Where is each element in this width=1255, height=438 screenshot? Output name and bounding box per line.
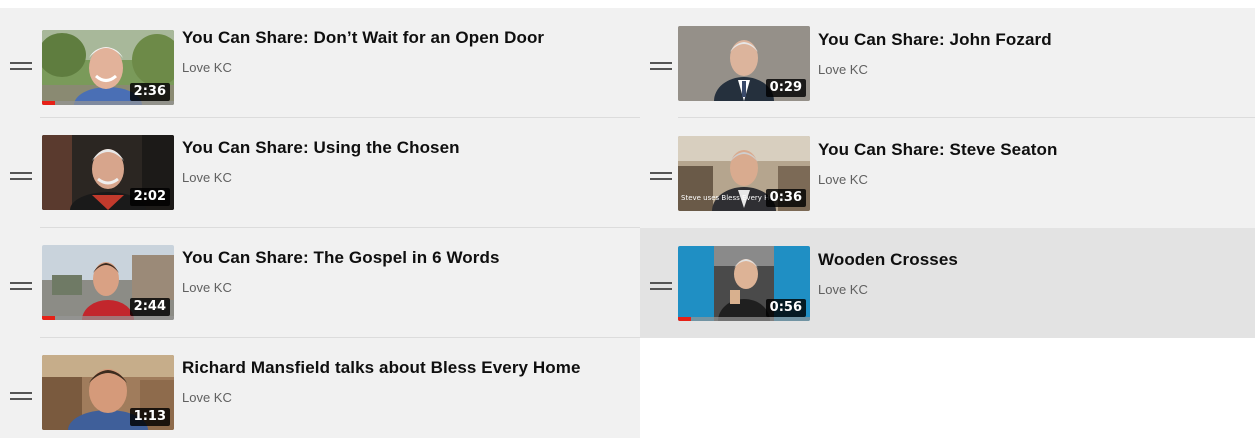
video-duration: 0:36	[765, 189, 806, 207]
channel-name[interactable]: Love KC	[818, 172, 868, 187]
video-title[interactable]: You Can Share: Steve Seaton	[818, 140, 1058, 160]
playlist-item[interactable]: Steve uses Bless Every Home 0:36 You Can…	[640, 118, 1255, 228]
playlist-item[interactable]: 0:29 You Can Share: John Fozard Love KC	[640, 8, 1255, 118]
drag-handle-icon[interactable]	[10, 280, 32, 290]
watch-progress-bar	[42, 316, 174, 320]
drag-handle-icon[interactable]	[10, 170, 32, 180]
drag-handle-icon[interactable]	[650, 280, 672, 290]
drag-handle-icon[interactable]	[10, 390, 32, 400]
playlist-item[interactable]: 2:02 You Can Share: Using the Chosen Lov…	[0, 118, 640, 228]
video-thumbnail[interactable]: 0:56	[678, 246, 810, 321]
video-duration: 0:29	[765, 79, 806, 97]
video-title[interactable]: You Can Share: John Fozard	[818, 30, 1052, 50]
video-thumbnail[interactable]: 2:36	[42, 30, 174, 105]
video-duration: 2:36	[129, 83, 170, 101]
video-title[interactable]: Wooden Crosses	[818, 250, 958, 270]
drag-handle-icon[interactable]	[650, 170, 672, 180]
video-thumbnail[interactable]: 1:13	[42, 355, 174, 430]
video-title[interactable]: Richard Mansfield talks about Bless Ever…	[182, 358, 581, 378]
channel-name[interactable]: Love KC	[182, 280, 232, 295]
video-thumbnail[interactable]: 2:02	[42, 135, 174, 210]
video-thumbnail[interactable]: 0:29	[678, 26, 810, 101]
playlist-item[interactable]: 2:36 You Can Share: Don’t Wait for an Op…	[0, 8, 640, 118]
video-duration: 1:13	[129, 408, 170, 426]
channel-name[interactable]: Love KC	[818, 282, 868, 297]
playlist-item[interactable]: 1:13 Richard Mansfield talks about Bless…	[0, 338, 640, 438]
playlist-item-selected[interactable]: 0:56 Wooden Crosses Love KC	[640, 228, 1255, 338]
playlist-item[interactable]: 2:44 You Can Share: The Gospel in 6 Word…	[0, 228, 640, 338]
video-title[interactable]: You Can Share: Using the Chosen	[182, 138, 460, 158]
drag-handle-icon[interactable]	[10, 60, 32, 70]
video-duration: 0:56	[765, 299, 806, 317]
video-title[interactable]: You Can Share: The Gospel in 6 Words	[182, 248, 500, 268]
video-duration: 2:02	[129, 188, 170, 206]
channel-name[interactable]: Love KC	[818, 62, 868, 77]
channel-name[interactable]: Love KC	[182, 60, 232, 75]
video-thumbnail[interactable]: 2:44	[42, 245, 174, 320]
channel-name[interactable]: Love KC	[182, 170, 232, 185]
watch-progress-bar	[42, 101, 174, 105]
watch-progress-bar	[678, 317, 810, 321]
channel-name[interactable]: Love KC	[182, 390, 232, 405]
video-duration: 2:44	[129, 298, 170, 316]
drag-handle-icon[interactable]	[650, 60, 672, 70]
video-title[interactable]: You Can Share: Don’t Wait for an Open Do…	[182, 28, 544, 48]
video-thumbnail[interactable]: Steve uses Bless Every Home 0:36	[678, 136, 810, 211]
